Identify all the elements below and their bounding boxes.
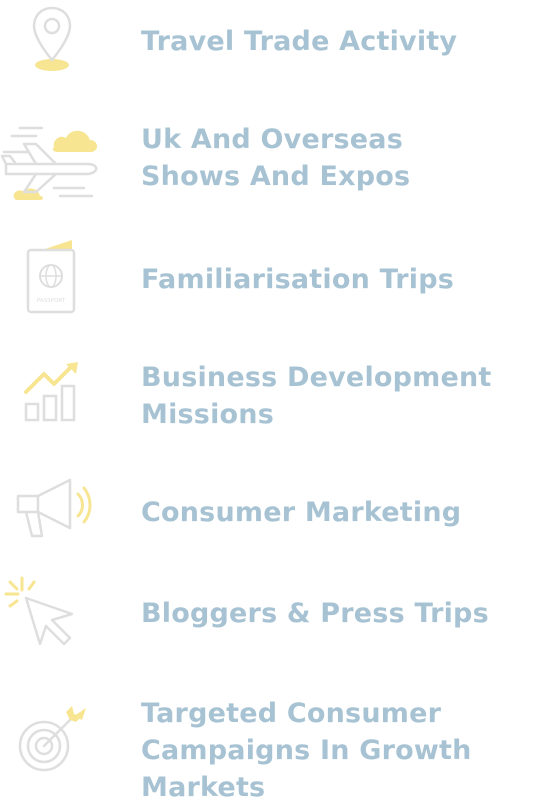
list-item: Business Development Missions	[0, 344, 550, 444]
list-item: Travel Trade Activity	[0, 0, 550, 90]
service-heading: Targeted Consumer Campaigns In Growth Ma…	[141, 698, 472, 803]
svg-text:PASSPORT: PASSPORT	[37, 298, 66, 304]
cursor-click-icon	[4, 576, 80, 646]
list-item: Targeted Consumer Campaigns In Growth Ma…	[0, 680, 550, 803]
megaphone-icon	[14, 478, 94, 542]
list-item: Consumer Marketing	[0, 466, 550, 556]
service-heading: Familiarisation Trips	[141, 264, 455, 295]
target-icon	[16, 704, 88, 776]
service-heading: Bloggers & Press Trips	[141, 598, 489, 629]
passport-icon: PASSPORT	[24, 238, 80, 314]
list-item: PASSPORT Familiarisation Trips	[0, 232, 550, 322]
service-heading: Consumer Marketing	[141, 497, 462, 528]
growth-chart-icon	[22, 362, 84, 424]
list-item: Uk And Overseas Shows And Expos	[0, 110, 550, 210]
service-heading: Business Development Missions	[141, 362, 492, 430]
airplane-cloud-icon	[0, 120, 102, 200]
service-heading: Travel Trade Activity	[141, 26, 458, 57]
list-item: Bloggers & Press Trips	[0, 568, 550, 658]
location-pin-icon	[28, 6, 78, 72]
service-heading: Uk And Overseas Shows And Expos	[141, 124, 411, 192]
